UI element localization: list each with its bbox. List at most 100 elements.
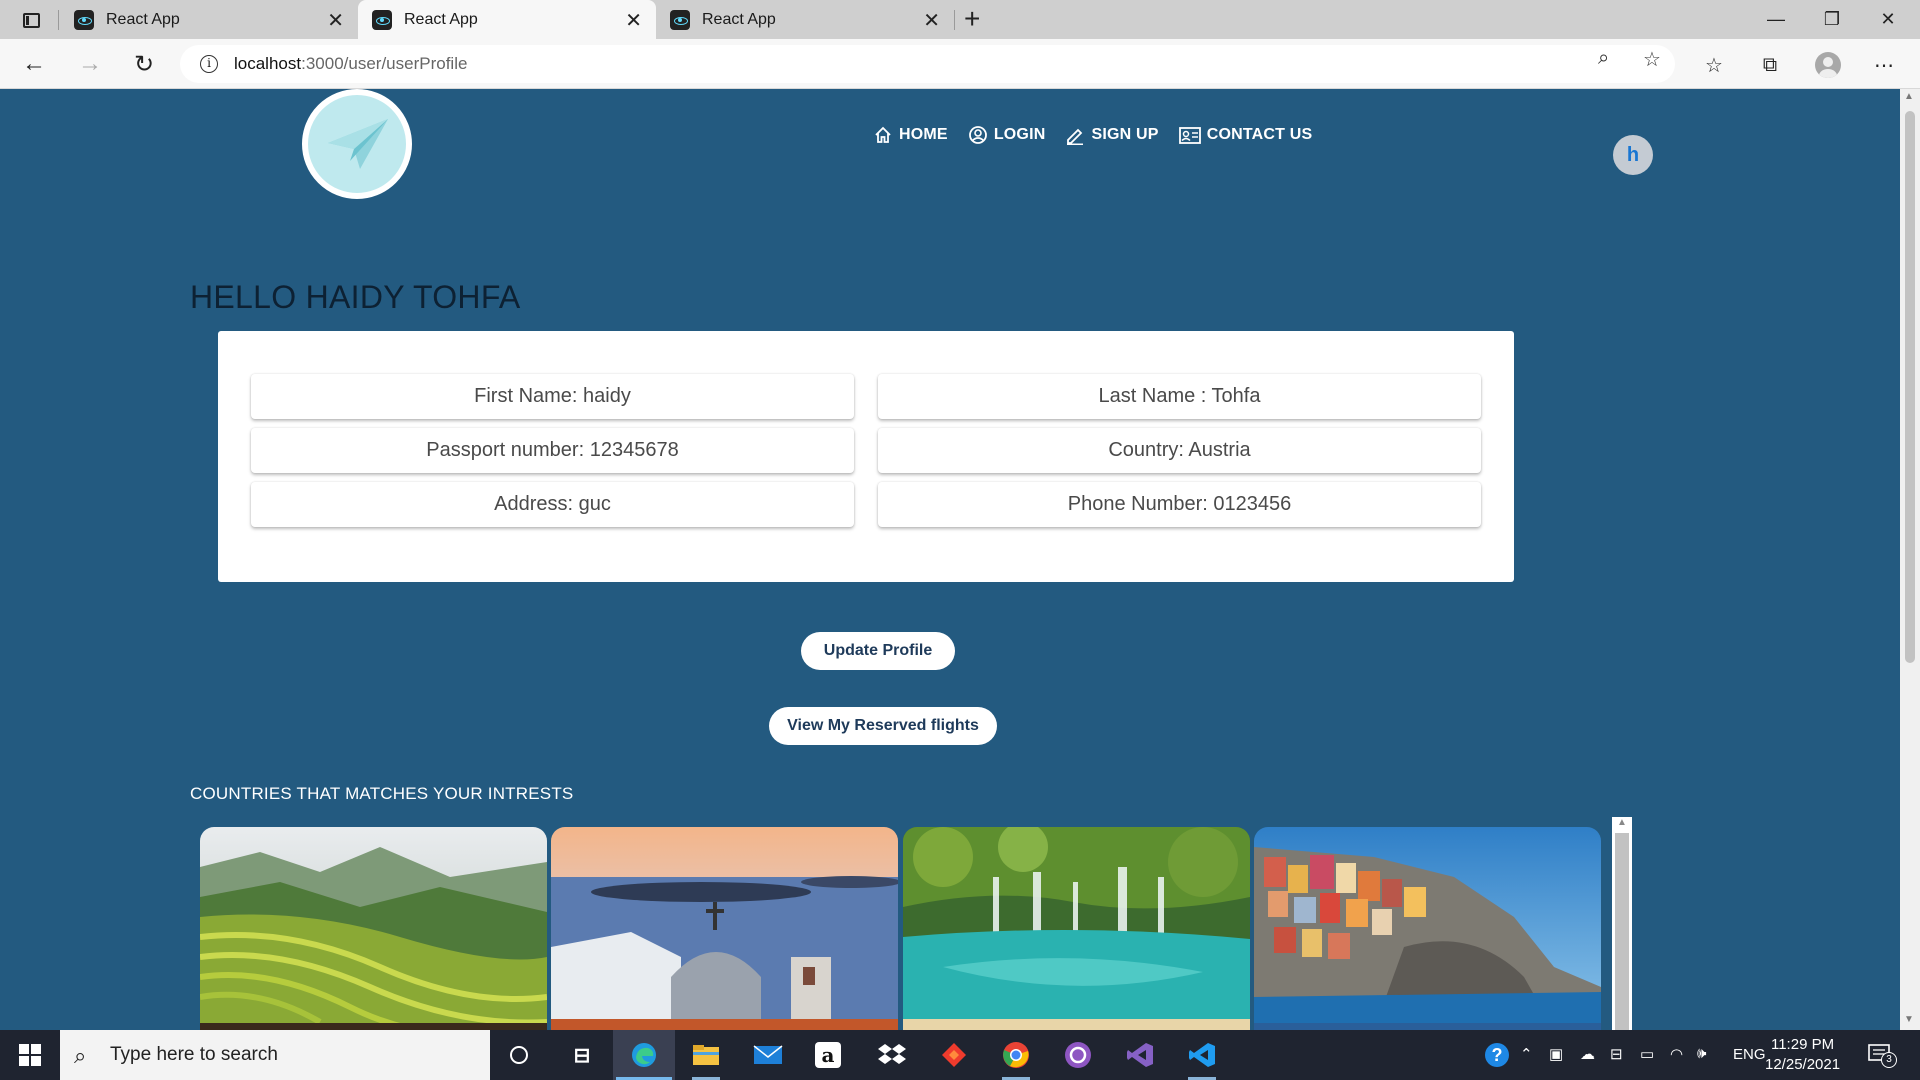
react-favicon-icon xyxy=(372,9,392,30)
clock-time: 11:29 PM xyxy=(1770,1036,1835,1053)
chrome-icon[interactable] xyxy=(1000,1039,1032,1071)
browser-tab-2[interactable]: React App ✕ xyxy=(358,0,656,39)
profile-button[interactable] xyxy=(1815,52,1841,78)
cortana-ring-icon xyxy=(510,1046,528,1064)
nav-home[interactable]: HOME xyxy=(873,125,948,145)
vscode-logo-icon xyxy=(1189,1043,1215,1067)
phone-field: Phone Number: 0123456 xyxy=(878,482,1481,527)
file-explorer-icon[interactable] xyxy=(690,1039,722,1071)
update-profile-button[interactable]: Update Profile xyxy=(801,632,955,670)
start-button[interactable] xyxy=(0,1030,60,1080)
wifi-icon[interactable]: ◠ xyxy=(1670,1045,1683,1063)
react-favicon-icon xyxy=(74,9,94,30)
country-image-3[interactable] xyxy=(903,827,1250,1030)
battery-icon[interactable]: ▭ xyxy=(1640,1045,1654,1063)
svg-text:?: ? xyxy=(1492,1045,1503,1065)
windows-taskbar: ⌕ Type here to search ⊟ a ? ⌃ ▣ ☁ ⊟ ▭ ◠ … xyxy=(0,1030,1920,1080)
gallery-scrollbar[interactable]: ▲ xyxy=(1612,817,1632,1030)
vs-logo-icon xyxy=(1127,1043,1153,1067)
url-host: localhost xyxy=(234,54,302,73)
account-circle-icon xyxy=(968,126,987,144)
first-name-field: First Name: haidy xyxy=(251,374,854,419)
taskbar-search[interactable]: ⌕ Type here to search xyxy=(60,1030,490,1080)
language-indicator[interactable]: ENG xyxy=(1733,1046,1766,1063)
amazon-icon[interactable]: a xyxy=(815,1042,841,1068)
nav-signup-label: SIGN UP xyxy=(1091,126,1159,143)
page-scrollbar[interactable]: ▲ ▼ xyxy=(1900,89,1920,1030)
folder-icon xyxy=(693,1045,719,1065)
scroll-up-arrow-icon[interactable]: ▲ xyxy=(1617,817,1627,828)
display-icon[interactable]: ⊟ xyxy=(1610,1045,1623,1063)
edge-logo-icon xyxy=(632,1043,656,1067)
anydesk-icon[interactable] xyxy=(938,1039,970,1071)
nav-signup[interactable]: SIGN UP xyxy=(1065,125,1158,145)
system-clock[interactable]: 11:29 PM 12/25/2021 xyxy=(1765,1035,1840,1075)
country-image-1[interactable] xyxy=(200,827,547,1030)
pencil-icon xyxy=(1067,128,1084,145)
show-hidden-icons-icon[interactable]: ⌃ xyxy=(1520,1045,1533,1063)
zoom-icon[interactable]: ⌕ xyxy=(1598,47,1609,70)
site-logo[interactable] xyxy=(302,89,412,199)
collections-icon[interactable]: ⧉ xyxy=(1757,52,1783,78)
santorini-photo xyxy=(551,827,898,1030)
passport-field: Passport number: 12345678 xyxy=(251,428,854,473)
countries-gallery xyxy=(200,827,1608,1030)
waterfall-lake-photo xyxy=(903,827,1250,1030)
close-tab-icon[interactable]: ✕ xyxy=(327,8,344,33)
scroll-up-arrow-icon[interactable]: ▲ xyxy=(1904,91,1914,102)
favorites-icon[interactable]: ☆ xyxy=(1701,52,1727,78)
add-favorite-icon[interactable]: ☆ xyxy=(1643,47,1661,72)
country-image-2[interactable] xyxy=(551,827,898,1030)
more-options-icon[interactable]: ⋯ xyxy=(1871,52,1897,78)
url-path: :3000/user/userProfile xyxy=(301,54,468,73)
help-circle-icon: ? xyxy=(1485,1043,1509,1067)
country-image-4[interactable] xyxy=(1254,827,1601,1030)
nav-login[interactable]: LOGIN xyxy=(968,125,1046,145)
browser-tab-3[interactable]: React App ✕ xyxy=(656,0,954,39)
forward-button[interactable]: → xyxy=(72,47,108,81)
close-window-button[interactable]: ✕ xyxy=(1860,0,1916,39)
nav-login-label: LOGIN xyxy=(993,126,1046,143)
profile-card: First Name: haidy Last Name : Tohfa Pass… xyxy=(218,331,1514,582)
notifications-button[interactable]: 3 xyxy=(1867,1042,1897,1068)
tab-separator xyxy=(954,10,955,30)
tab-separator xyxy=(58,10,59,30)
volume-icon[interactable]: 🕪 xyxy=(1697,1045,1706,1062)
clock-date: 12/25/2021 xyxy=(1765,1056,1841,1073)
new-tab-button[interactable]: + xyxy=(964,3,980,35)
browser-tab-1[interactable]: React App ✕ xyxy=(60,0,358,39)
meet-now-icon[interactable]: ▣ xyxy=(1549,1045,1563,1063)
url-bar[interactable]: i localhost:3000/user/userProfile xyxy=(180,45,1675,83)
site-info-icon[interactable]: i xyxy=(200,55,218,73)
github-desktop-icon[interactable] xyxy=(1062,1039,1094,1071)
help-icon[interactable]: ? xyxy=(1483,1041,1511,1073)
tab-title: React App xyxy=(702,10,776,28)
gallery-scroll-thumb[interactable] xyxy=(1615,833,1629,1030)
task-view-icon[interactable]: ⊟ xyxy=(566,1039,598,1071)
minimize-button[interactable]: — xyxy=(1748,0,1804,39)
view-reserved-flights-button[interactable]: View My Reserved flights xyxy=(769,707,997,745)
paper-plane-icon xyxy=(328,119,388,169)
restore-button[interactable]: ❐ xyxy=(1804,0,1860,39)
close-tab-icon[interactable]: ✕ xyxy=(923,8,940,33)
back-button[interactable]: ← xyxy=(16,47,52,81)
tab-actions-button[interactable] xyxy=(14,8,48,32)
user-avatar[interactable]: h xyxy=(1613,135,1653,175)
edge-icon[interactable] xyxy=(628,1039,660,1071)
close-tab-icon[interactable]: ✕ xyxy=(625,8,642,33)
refresh-button[interactable]: ↻ xyxy=(126,47,162,81)
vscode-icon[interactable] xyxy=(1186,1039,1218,1071)
browser-tab-bar: React App ✕ React App ✕ React App ✕ + — … xyxy=(0,0,1920,39)
page-scroll-thumb[interactable] xyxy=(1905,111,1915,663)
dropbox-icon[interactable] xyxy=(876,1039,908,1071)
mail-icon[interactable] xyxy=(752,1039,784,1071)
cortana-icon[interactable] xyxy=(503,1039,535,1071)
scroll-down-arrow-icon[interactable]: ▼ xyxy=(1904,1014,1914,1025)
page-title: HELLO HAIDY TOHFA xyxy=(190,279,521,315)
envelope-icon xyxy=(753,1045,783,1064)
visual-studio-icon[interactable] xyxy=(1124,1039,1156,1071)
nav-contact[interactable]: CONTACT US xyxy=(1178,125,1313,145)
rice-terraces-photo xyxy=(200,827,547,1030)
address-toolbar: ← → ↻ i localhost:3000/user/userProfile … xyxy=(0,39,1920,89)
onedrive-icon[interactable]: ☁ xyxy=(1580,1045,1595,1063)
